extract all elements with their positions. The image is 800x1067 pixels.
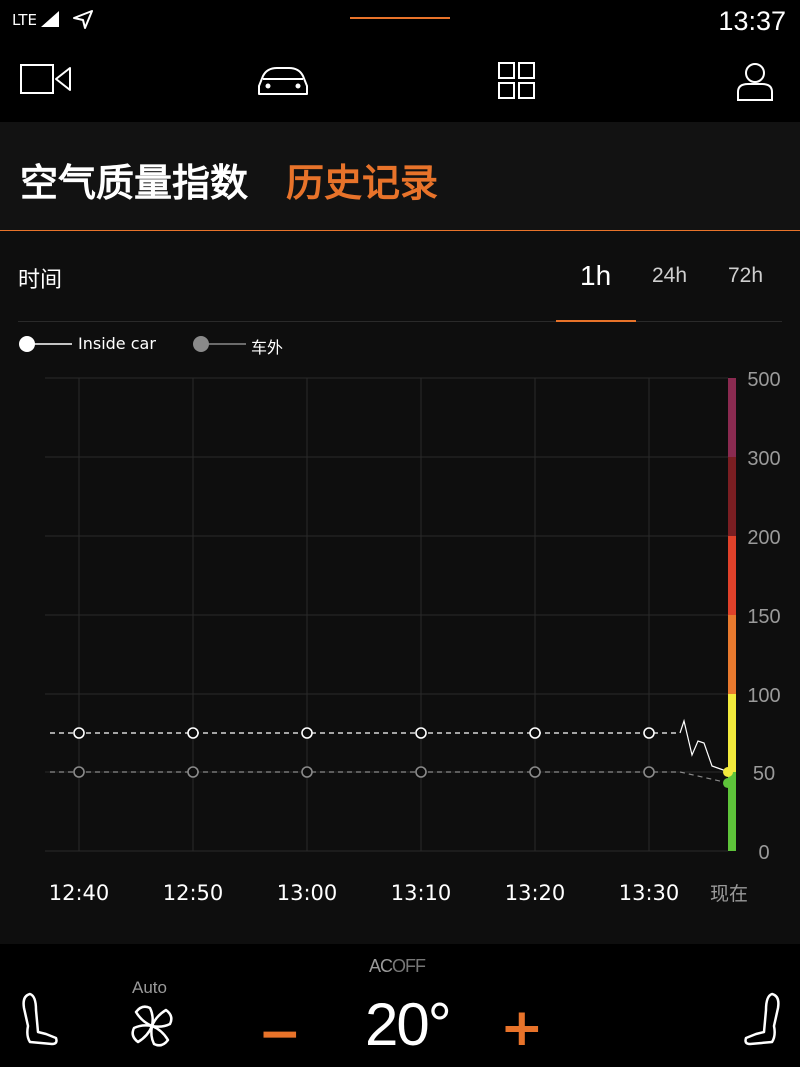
profile-icon[interactable]	[736, 62, 774, 102]
legend-outside-marker	[193, 336, 246, 352]
ac-state: OFF	[392, 956, 426, 976]
apps-grid-icon[interactable]	[498, 62, 536, 100]
car-icon[interactable]	[255, 62, 311, 98]
range-1h-button[interactable]: 1h	[580, 260, 611, 292]
header: 空气质量指数 历史记录	[0, 122, 800, 231]
location-arrow-icon	[73, 10, 93, 29]
point-outside-now	[723, 778, 733, 789]
tab-air-quality-index[interactable]: 空气质量指数	[20, 152, 248, 207]
aqi-band	[728, 378, 736, 457]
point-inside-now	[723, 767, 733, 777]
aqi-history-chart: 500300200150100500 12:40 12:50 13:00 13:10 1…	[45, 370, 781, 905]
y-tick-label: 300	[747, 448, 780, 470]
legend-inside-marker	[19, 336, 72, 352]
x-tick-label: 现在	[710, 883, 748, 905]
point-inside	[187, 727, 199, 739]
driver-seat-heat-icon[interactable]	[16, 992, 60, 1050]
fan-mode-label: Auto	[132, 978, 167, 997]
cabin-temperature: 20°	[365, 991, 452, 1058]
y-tick-label: 150	[747, 606, 780, 628]
chart-series	[50, 727, 733, 789]
x-tick-label: 13:00	[277, 881, 338, 905]
camera-icon[interactable]	[20, 62, 72, 96]
passenger-seat-heat-icon[interactable]	[742, 992, 786, 1050]
status-clock: 13:37	[718, 6, 786, 36]
point-inside	[643, 727, 655, 739]
temp-increase-button[interactable]: +	[500, 998, 544, 1058]
ac-label: AC	[369, 956, 393, 976]
drag-handle[interactable]	[350, 17, 450, 19]
point-outside	[415, 766, 427, 778]
legend-inside-label: Inside car	[78, 334, 156, 353]
ac-button[interactable]: ACOFF	[369, 956, 426, 977]
aqi-band	[728, 457, 736, 536]
y-tick-label: 0	[758, 842, 769, 864]
selected-range-indicator	[556, 320, 636, 322]
range-24h-button[interactable]: 24h	[652, 264, 687, 288]
point-inside	[415, 727, 427, 739]
inside-car-live-line	[679, 718, 730, 773]
point-outside	[73, 766, 85, 778]
point-outside	[643, 766, 655, 778]
aqi-band	[728, 536, 736, 615]
y-tick-label: 100	[747, 685, 780, 707]
signal-icon	[41, 11, 59, 27]
x-tick-label: 13:10	[391, 881, 452, 905]
y-tick-labels: 500300200150100500	[747, 370, 780, 864]
temp-decrease-button[interactable]: −	[258, 1004, 302, 1064]
point-inside	[301, 727, 313, 739]
point-outside	[187, 766, 199, 778]
x-tick-labels: 12:40 12:50 13:00 13:10 13:20 13:30 现在	[49, 881, 748, 905]
top-nav	[0, 44, 800, 122]
aqi-band	[728, 694, 736, 772]
x-tick-label: 12:40	[49, 881, 110, 905]
network-type: LTE	[12, 11, 37, 29]
point-outside	[529, 766, 541, 778]
time-label: 时间	[18, 268, 63, 293]
legend-outside-label: 车外	[251, 338, 284, 357]
point-outside	[301, 766, 313, 778]
aqi-band	[728, 615, 736, 694]
divider	[18, 321, 782, 322]
y-tick-label: 200	[747, 527, 780, 549]
y-tick-label: 500	[747, 370, 780, 391]
status-bar	[0, 0, 800, 44]
point-inside	[73, 727, 85, 739]
range-72h-button[interactable]: 72h	[728, 264, 763, 288]
x-tick-label: 12:50	[163, 881, 224, 905]
x-tick-label: 13:20	[505, 881, 566, 905]
point-inside	[529, 727, 541, 739]
chart-grid	[45, 377, 728, 852]
y-tick-label: 50	[753, 763, 775, 785]
series-outside-tail	[679, 771, 730, 784]
fan-icon[interactable]	[128, 1002, 176, 1050]
tab-history[interactable]: 历史记录	[286, 152, 438, 207]
x-tick-label: 13:30	[619, 881, 680, 905]
